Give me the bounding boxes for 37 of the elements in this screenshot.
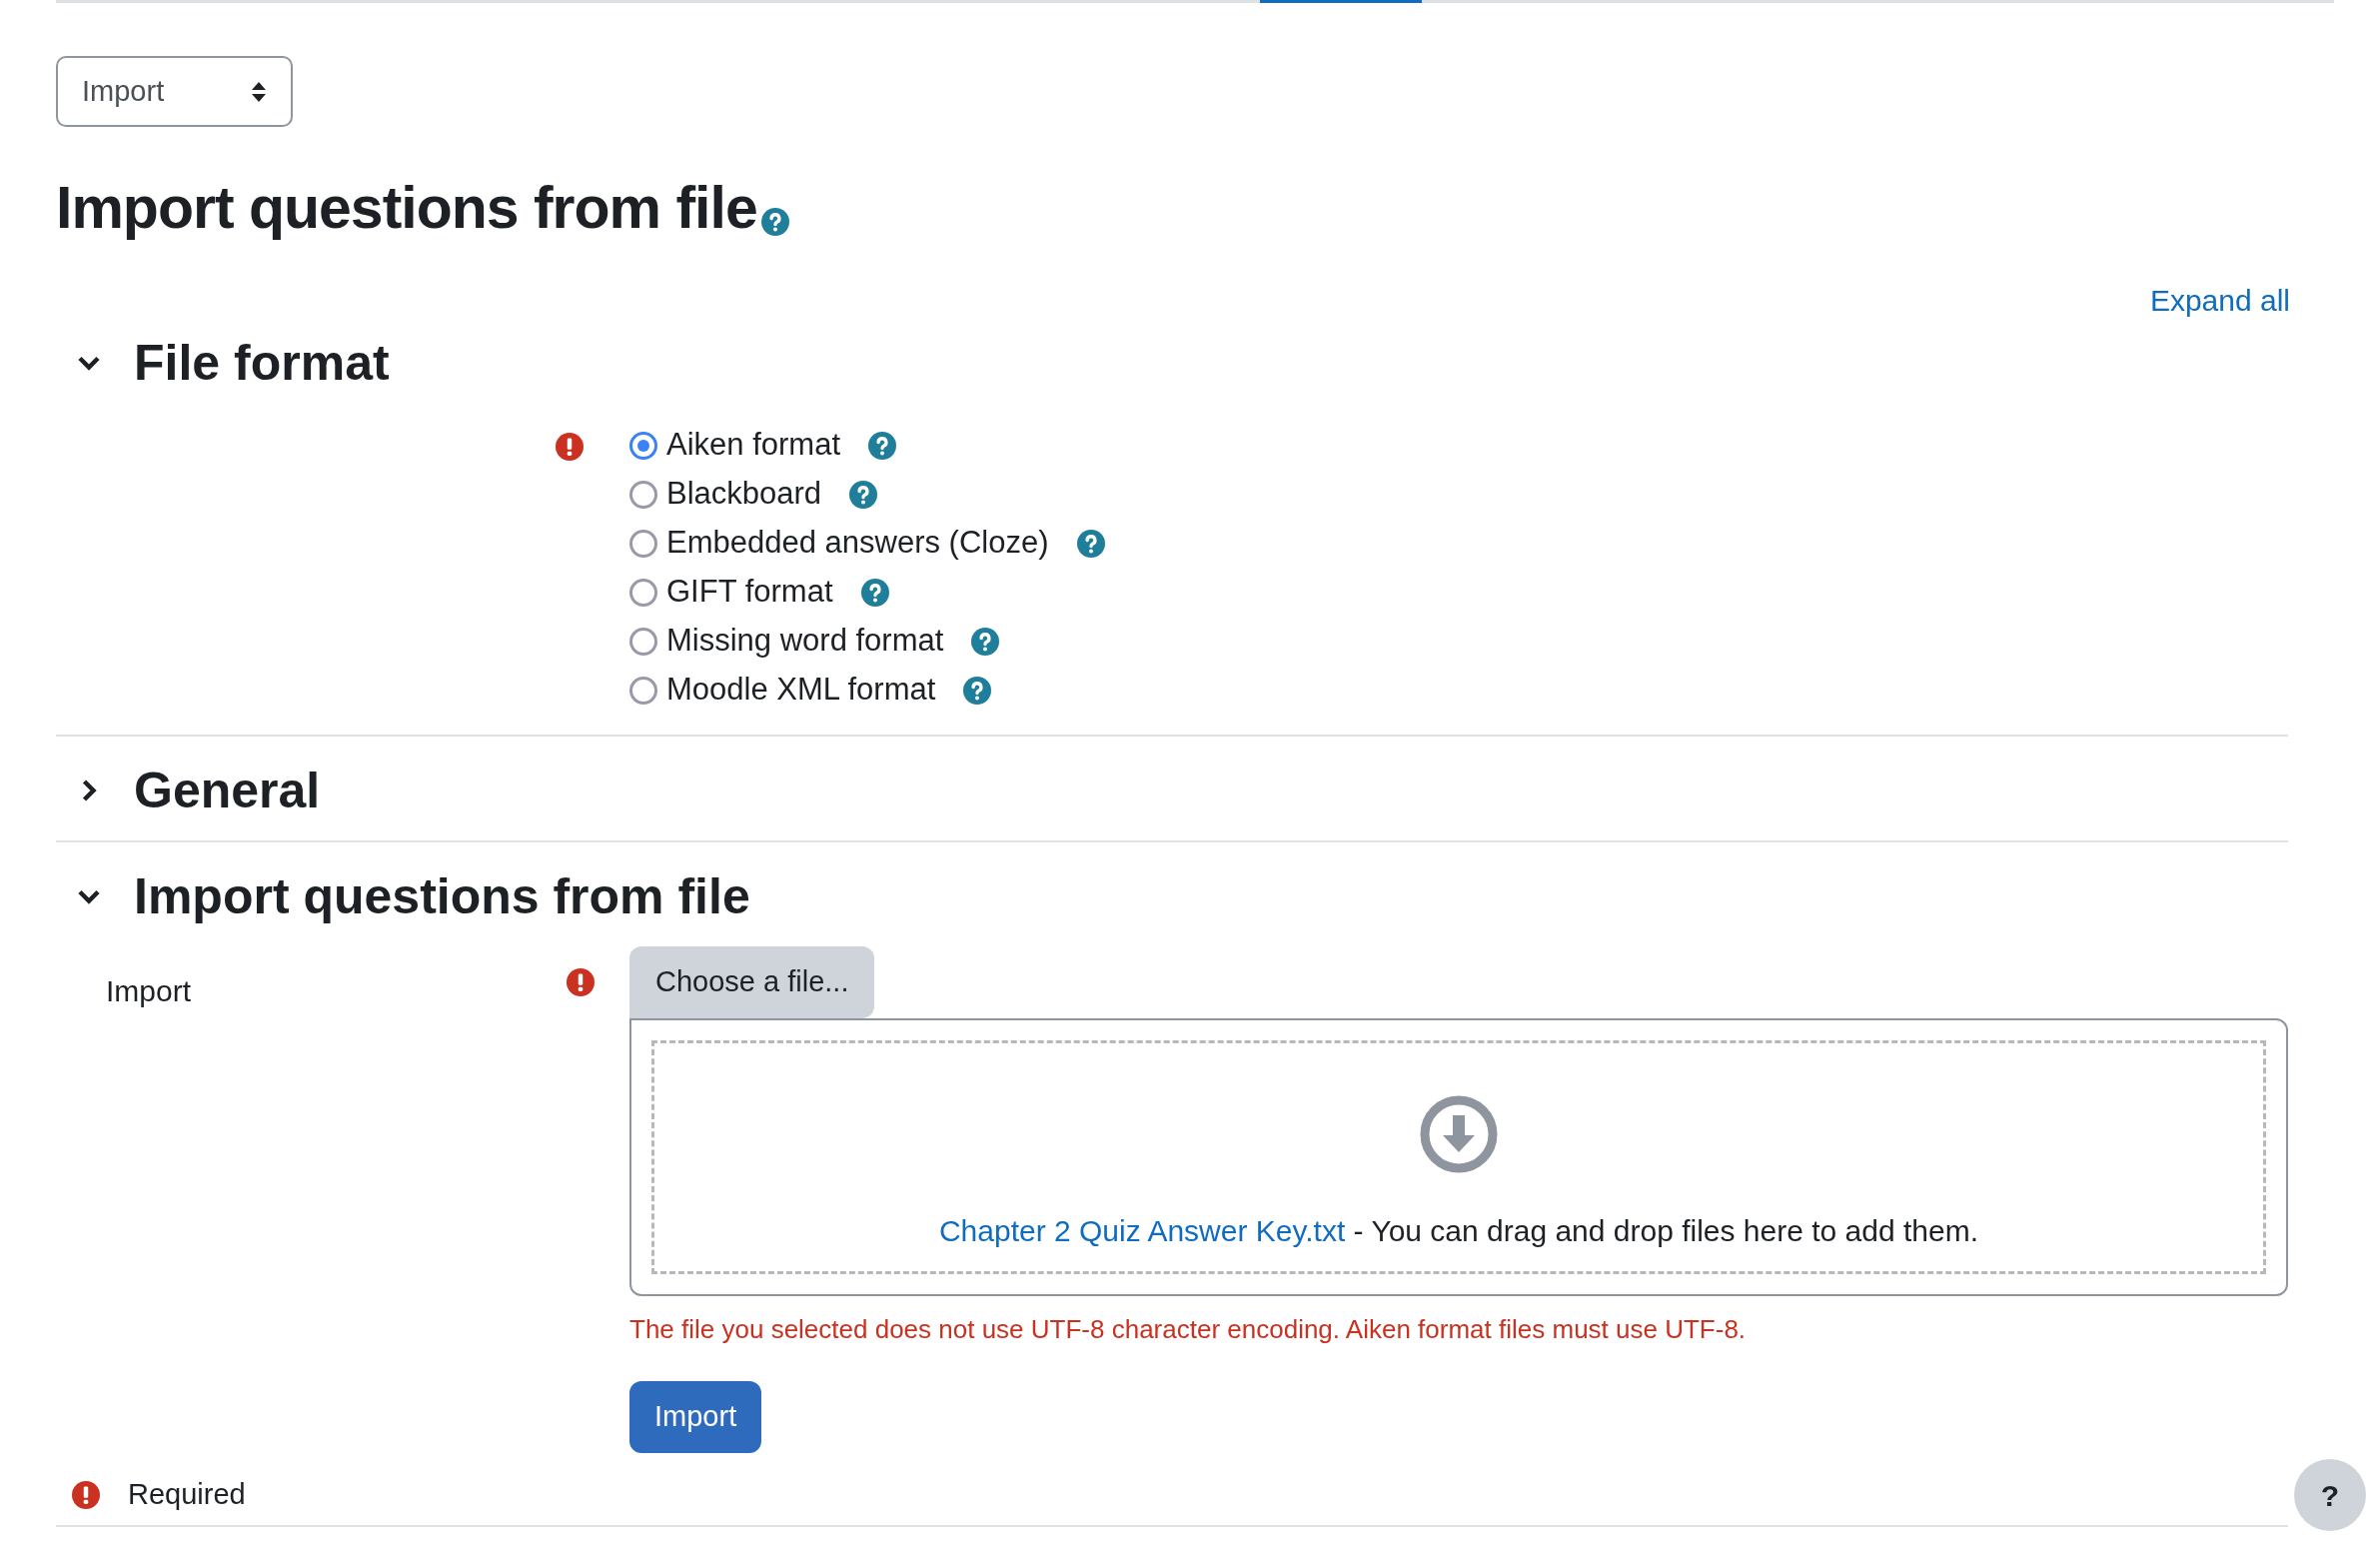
required-icon [72,1480,100,1509]
radio-button[interactable] [629,529,657,558]
choose-file-button[interactable]: Choose a file... [629,946,875,1018]
section-heading[interactable]: File format [134,331,390,395]
option-label: Missing word format [666,622,944,661]
radio-button[interactable] [629,431,657,460]
help-icon[interactable] [963,676,992,705]
option-label: Aiken format [666,426,840,465]
help-icon[interactable] [1076,529,1105,558]
error-message: The file you selected does not use UTF-8 character encoding. Aiken format files must use UTF-8. [629,1313,1747,1346]
help-button[interactable]: ? [2294,1459,2366,1531]
expand-all-link[interactable]: Expand all [2149,278,2290,323]
option-label: Embedded answers (Cloze) [666,524,1049,563]
option-label: Blackboard [666,475,822,514]
required-note: Required [128,1477,246,1512]
option-label: GIFT format [666,573,833,612]
help-icon[interactable] [760,208,789,236]
page-title: Import questions from file [56,179,757,238]
help-icon[interactable] [868,431,896,460]
sort-arrows-icon [251,80,267,103]
section-heading[interactable]: Import questions from file [134,864,750,928]
help-icon[interactable] [849,480,878,509]
radio-button[interactable] [629,480,657,509]
option-label: Moodle XML format [666,671,936,710]
drop-zone[interactable]: Chapter 2 Quiz Answer Key.txt - You can drag and drop files here to add them. [651,1040,2266,1274]
action-select[interactable]: Import [56,56,293,127]
section-heading[interactable]: General [134,759,321,822]
radio-button[interactable] [629,578,657,607]
drop-hint: Chapter 2 Quiz Answer Key.txt - You can drag and drop files here to add them. [938,1213,1979,1249]
help-icon[interactable] [860,578,889,607]
file-link[interactable]: Chapter 2 Quiz Answer Key.txt [938,1214,1346,1247]
import-button[interactable]: Import [629,1381,762,1453]
download-icon [1420,1095,1498,1173]
radio-button[interactable] [629,676,657,705]
help-icon[interactable] [971,627,1000,656]
radio-button[interactable] [629,627,657,656]
field-label: Import [106,973,193,1009]
